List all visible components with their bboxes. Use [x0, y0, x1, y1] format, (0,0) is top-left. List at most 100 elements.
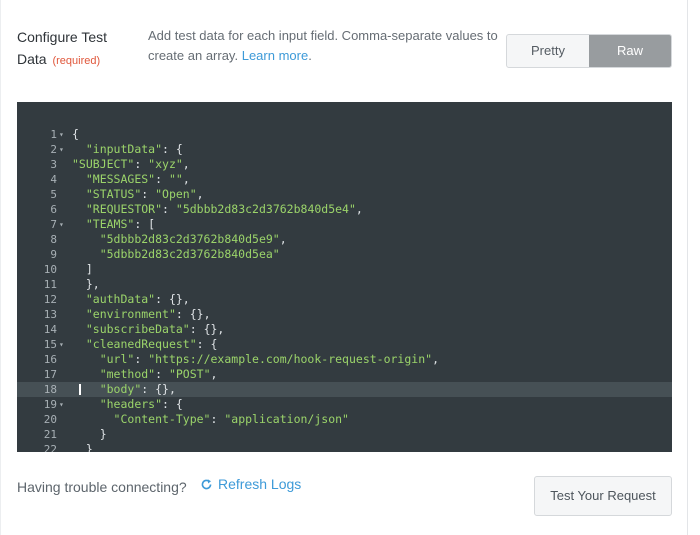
code-line[interactable]: 5 "STATUS": "Open",: [17, 187, 672, 202]
code-token-tail: ,: [182, 157, 190, 171]
line-number: 21: [43, 428, 57, 441]
code-token-rest: :: [134, 157, 149, 171]
line-number: 17: [43, 368, 57, 381]
code-text: ]: [72, 262, 93, 277]
code-token-rest: :: [162, 202, 176, 216]
line-number: 3: [50, 158, 57, 171]
line-number: 11: [43, 278, 57, 291]
code-line[interactable]: 16 "url": "https://example.com/hook-requ…: [17, 352, 672, 367]
fold-arrow-icon[interactable]: ▾: [59, 397, 67, 412]
code-line[interactable]: 6 "REQUESTOR": "5dbbb2d83c2d3762b840d5e4…: [17, 202, 672, 217]
line-number: 14: [43, 323, 57, 336]
code-editor[interactable]: 1 ▾{2 ▾ "inputData": {3 "SUBJECT": "xyz", 4 …: [17, 102, 672, 452]
line-number: 10: [43, 263, 57, 276]
code-token-val: "https://example.com/hook-request-origin…: [148, 352, 433, 366]
code-text: "inputData": {: [72, 142, 183, 157]
section-title: Configure Test Data (required): [17, 26, 127, 72]
code-text: "authData": {},: [72, 292, 190, 307]
code-token-val: "xyz": [148, 157, 183, 171]
code-text: "5dbbb2d83c2d3762b840d5e9",: [72, 232, 287, 247]
code-token-text: ]: [85, 262, 93, 276]
code-token-rest: :: [210, 412, 225, 426]
refresh-icon: [201, 478, 212, 489]
code-line[interactable]: 10 ]: [17, 262, 672, 277]
code-token-text: }: [85, 442, 93, 452]
code-token-tail: ,: [182, 172, 190, 186]
code-line[interactable]: 1 ▾ {: [17, 127, 672, 142]
refresh-logs-label: Refresh Logs: [218, 476, 302, 492]
code-token-rest: :: [155, 367, 169, 381]
line-number: 22: [43, 443, 57, 452]
code-token-val: "application/json": [224, 412, 349, 426]
fold-arrow-icon[interactable]: ▾: [59, 142, 67, 157]
config-header: Configure Test Data (required) Add test …: [17, 26, 677, 86]
code-token-text: }: [99, 427, 107, 441]
code-text: "cleanedRequest": {: [72, 337, 218, 352]
test-request-button[interactable]: Test Your Request: [534, 476, 672, 516]
code-token-val: "POST": [168, 367, 211, 381]
code-line[interactable]: 15 ▾ "cleanedRequest": {: [17, 337, 672, 352]
line-number: 19: [43, 398, 57, 411]
code-token-rest: :: [155, 172, 169, 186]
refresh-logs-link[interactable]: Refresh Logs: [200, 476, 301, 492]
line-number: 15: [43, 338, 57, 351]
raw-toggle-button[interactable]: Raw: [589, 35, 671, 67]
code-token-val: "5dbbb2d83c2d3762b840d5ea": [99, 247, 280, 261]
line-number: 5: [50, 188, 57, 201]
code-token-tail: ,: [279, 232, 287, 246]
code-line[interactable]: 12 "authData": {},: [17, 292, 672, 307]
code-line[interactable]: 17 "method": "POST",: [17, 367, 672, 382]
code-line[interactable]: 9 "5dbbb2d83c2d3762b840d5ea": [17, 247, 672, 262]
code-text: "STATUS": "Open",: [72, 187, 204, 202]
line-number: 20: [43, 413, 57, 426]
pretty-toggle-button[interactable]: Pretty: [507, 35, 589, 67]
code-token-rest: : {},: [155, 292, 190, 306]
learn-more-link[interactable]: Learn more: [242, 48, 308, 63]
code-token-tail: ,: [355, 202, 363, 216]
code-text: },: [72, 277, 100, 292]
code-text: "MESSAGES": "",: [72, 172, 190, 187]
code-text: {: [72, 127, 79, 142]
code-line[interactable]: 11 },: [17, 277, 672, 292]
code-token-key: "SUBJECT": [72, 157, 135, 171]
fold-arrow-icon[interactable]: ▾: [59, 127, 67, 142]
code-line[interactable]: 14 "subscribeData": {},: [17, 322, 672, 337]
code-line[interactable]: 21 }: [17, 427, 672, 442]
code-line[interactable]: 3 "SUBJECT": "xyz",: [17, 157, 672, 172]
text-cursor: [79, 384, 81, 395]
code-line[interactable]: 20 "Content-Type": "application/json": [17, 412, 672, 427]
code-text: "headers": {: [72, 397, 183, 412]
code-token-key: "TEAMS": [85, 217, 135, 231]
line-number: 8: [50, 233, 57, 246]
code-text: "subscribeData": {},: [72, 322, 224, 337]
code-line[interactable]: 13 "environment": {},: [17, 307, 672, 322]
code-line[interactable]: 7 ▾ "TEAMS": [: [17, 217, 672, 232]
code-token-key: "subscribeData": [85, 322, 190, 336]
code-text: "Content-Type": "application/json": [72, 412, 349, 427]
code-lines: 1 ▾{2 ▾ "inputData": {3 "SUBJECT": "xyz", 4 …: [17, 127, 672, 452]
fold-arrow-icon[interactable]: ▾: [59, 337, 67, 352]
code-line[interactable]: 22 }: [17, 442, 672, 452]
description-text: Add test data for each input field. Comm…: [148, 28, 498, 63]
line-number: 13: [43, 308, 57, 321]
code-token-key: "MESSAGES": [85, 172, 156, 186]
code-text: "REQUESTOR": "5dbbb2d83c2d3762b840d5e4",: [72, 202, 363, 217]
code-text: "environment": {},: [72, 307, 211, 322]
line-number: 2: [50, 143, 57, 156]
code-token-key: "inputData": [85, 142, 163, 156]
code-token-key: "body": [99, 382, 142, 396]
code-token-val: "5dbbb2d83c2d3762b840d5e4": [175, 202, 356, 216]
code-text: "5dbbb2d83c2d3762b840d5ea": [72, 247, 280, 262]
fold-arrow-icon[interactable]: ▾: [59, 217, 67, 232]
code-line[interactable]: 8 "5dbbb2d83c2d3762b840d5e9",: [17, 232, 672, 247]
code-token-rest: : {: [162, 397, 183, 411]
line-number: 16: [43, 353, 57, 366]
code-line[interactable]: 19 ▾ "headers": {: [17, 397, 672, 412]
code-line[interactable]: 4 "MESSAGES": "",: [17, 172, 672, 187]
line-number: 1: [50, 128, 57, 141]
code-token-rest: : {},: [141, 382, 176, 396]
code-text: "url": "https://example.com/hook-request…: [72, 352, 439, 367]
code-line[interactable]: 18 "body": {},: [17, 382, 672, 397]
code-line[interactable]: 2 ▾ "inputData": {: [17, 142, 672, 157]
code-token-key: "headers": [99, 397, 163, 411]
